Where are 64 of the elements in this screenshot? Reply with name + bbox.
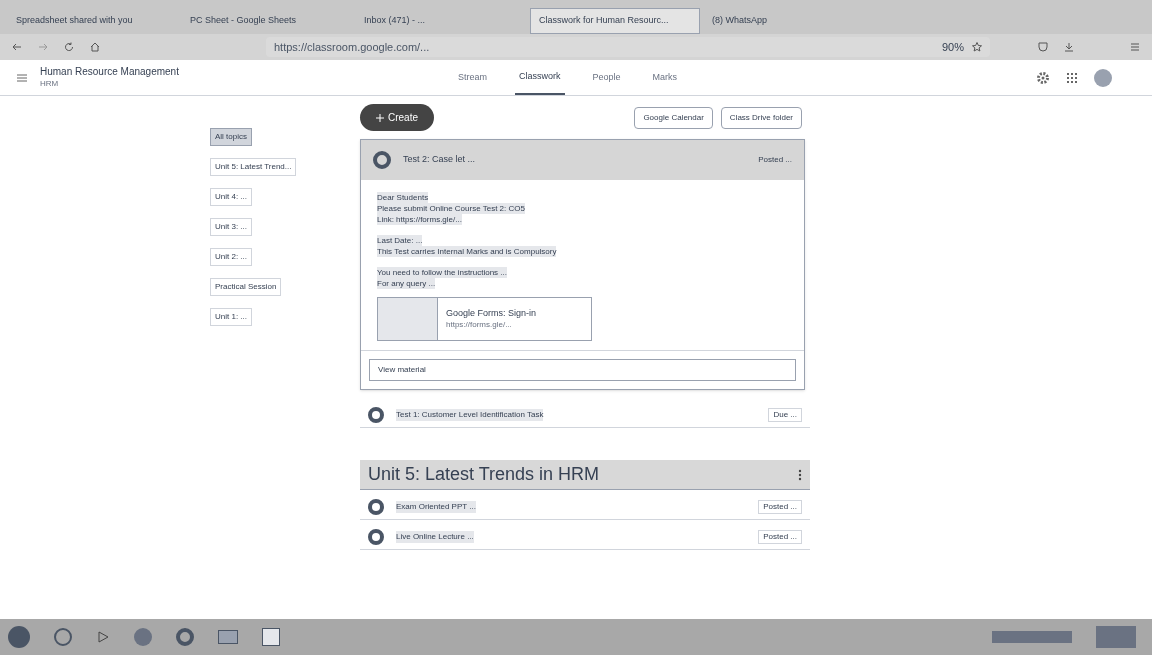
- body-text: Dear Students: [377, 192, 429, 203]
- browser-tab[interactable]: (8) WhatsApp: [704, 8, 874, 34]
- apps-icon[interactable]: [1066, 71, 1078, 84]
- back-icon[interactable]: [12, 42, 22, 52]
- item-title: Test 1: Customer Level Identification Task: [396, 408, 544, 421]
- body-text: This Test carries Internal Marks and is Compulsory: [377, 246, 557, 257]
- avatar-icon[interactable]: [1094, 68, 1112, 87]
- settings-icon[interactable]: [1036, 70, 1050, 85]
- item-title: Exam Oriented PPT ...: [396, 500, 476, 513]
- browser-tab[interactable]: Classwork for Human Resourc...: [530, 8, 700, 34]
- pocket-icon[interactable]: [1038, 42, 1048, 52]
- download-icon[interactable]: [1064, 42, 1074, 52]
- body-text: Last Date: ...: [377, 235, 423, 246]
- nav-tab[interactable]: Classwork: [515, 60, 565, 95]
- topic-link[interactable]: All topics: [210, 128, 252, 146]
- menu-icon[interactable]: [1130, 42, 1140, 52]
- nav-tab[interactable]: Stream: [453, 60, 491, 95]
- item-date: Due ...: [768, 407, 802, 422]
- toolbar-link[interactable]: Class Drive folder: [720, 106, 802, 129]
- star-icon[interactable]: [972, 42, 982, 52]
- section-heading: Unit 5: Latest Trends in HRM: [368, 463, 600, 486]
- topic-link[interactable]: Unit 2: ...: [210, 248, 252, 266]
- create-button[interactable]: Create: [360, 104, 434, 131]
- plus-icon: [376, 113, 384, 122]
- topic-link[interactable]: Unit 3: ...: [210, 218, 252, 236]
- assignment-icon: [373, 151, 391, 169]
- body-text: You need to follow the instructions ...: [377, 267, 507, 278]
- topic-link[interactable]: Practical Session: [210, 278, 282, 296]
- body-text: Please submit Online Course Test 2: CO5: [377, 203, 525, 214]
- home-icon[interactable]: [90, 42, 100, 52]
- item-date: Posted ...: [758, 529, 802, 544]
- more-icon[interactable]: [798, 468, 802, 481]
- course-section: HRM: [40, 78, 179, 89]
- topic-link[interactable]: Unit 5: Latest Trend...: [210, 158, 297, 176]
- thumbnail-placeholder: [378, 298, 438, 340]
- assignment-icon: [368, 528, 384, 545]
- item-date: Posted ...: [758, 499, 802, 514]
- item-title: Live Online Lecture ...: [396, 530, 474, 543]
- body-text: For any query ...: [377, 278, 436, 289]
- nav-tab[interactable]: People: [588, 60, 625, 95]
- assignment-icon: [368, 498, 384, 515]
- assignment-icon: [368, 406, 384, 423]
- attachment-card[interactable]: Google Forms: Sign-in https://forms.gle/...: [377, 297, 592, 341]
- course-title: Human Resource Management: [40, 66, 179, 79]
- attachment-title: Google Forms: Sign-in: [446, 308, 537, 319]
- zoom-level[interactable]: 90%: [941, 38, 964, 56]
- body-text: Link: https://forms.gle/...: [377, 214, 462, 225]
- browser-tab[interactable]: PC Sheet - Google Sheets: [182, 8, 352, 34]
- address-bar[interactable]: https://classroom.google.com/... 90%: [266, 37, 990, 57]
- nav-tab[interactable]: Marks: [648, 60, 682, 95]
- posted-date: Posted ...: [758, 154, 792, 166]
- forward-icon[interactable]: [38, 42, 48, 52]
- play-icon[interactable]: [96, 630, 110, 644]
- reload-icon[interactable]: [64, 42, 74, 52]
- topic-link[interactable]: Unit 1: ...: [210, 308, 252, 326]
- topic-link[interactable]: Unit 4: ...: [210, 188, 252, 206]
- menu-icon[interactable]: [16, 72, 28, 83]
- assignment-title[interactable]: Test 2: Case let ...: [403, 153, 476, 167]
- attachment-url: https://forms.gle/...: [446, 319, 513, 330]
- folder-icon[interactable]: [218, 630, 238, 644]
- view-material-link[interactable]: View material: [369, 359, 796, 381]
- browser-tab[interactable]: Spreadsheet shared with you: [8, 8, 178, 34]
- toolbar-link[interactable]: Google Calendar: [634, 106, 713, 129]
- browser-tab[interactable]: Inbox (471) - ...: [356, 8, 526, 34]
